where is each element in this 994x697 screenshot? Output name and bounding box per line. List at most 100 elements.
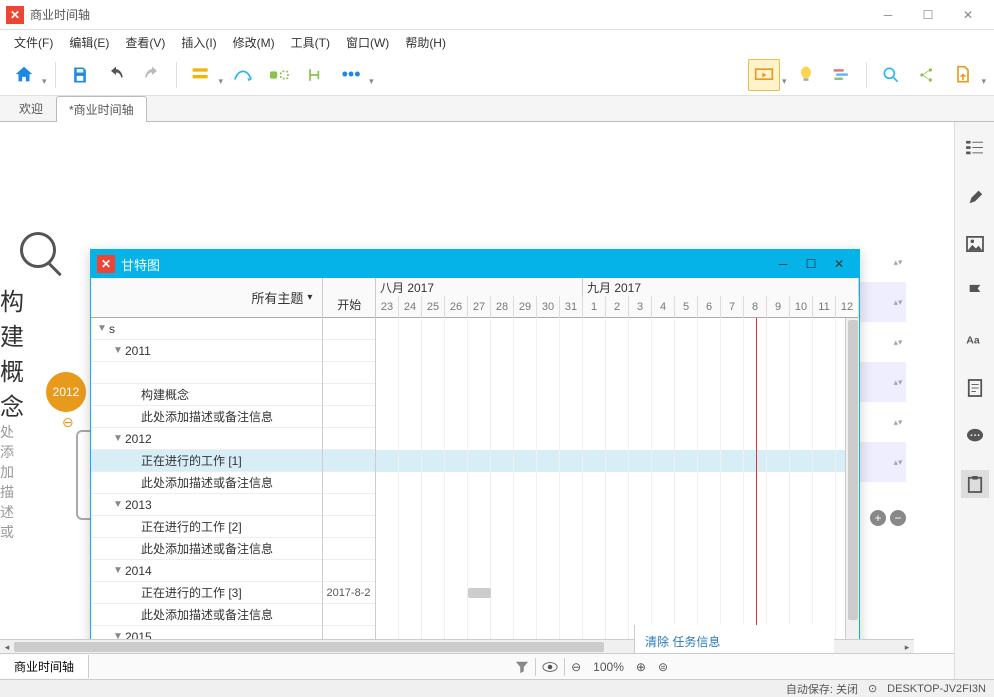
dropdown-icon[interactable]: ▾: [782, 76, 787, 95]
year-node[interactable]: 2012: [46, 372, 86, 412]
stepper[interactable]: ▴▾: [890, 297, 906, 308]
tab-welcome[interactable]: 欢迎: [6, 95, 56, 121]
gantt-minimize-button[interactable]: ─: [769, 252, 797, 276]
day-header: 10: [790, 296, 813, 318]
scroll-thumb[interactable]: [848, 320, 858, 620]
stepper[interactable]: ▴▾: [890, 417, 906, 428]
right-sidebar: Aa: [954, 122, 994, 679]
gantt-tree-header[interactable]: 所有主题 ▾: [91, 278, 322, 318]
menu-edit[interactable]: 编辑(E): [61, 32, 117, 53]
node-subtitle: 处添加描述或: [0, 422, 24, 542]
menu-view[interactable]: 查看(V): [117, 32, 173, 53]
image-icon[interactable]: [961, 230, 989, 258]
zoom-level[interactable]: 100%: [587, 660, 630, 674]
gantt-tree[interactable]: ▼s▼2011构建概念此处添加描述或备注信息▼2012正在进行的工作 [1]此处…: [91, 318, 322, 678]
sheet-tab[interactable]: 商业时间轴: [0, 655, 89, 678]
relationship-button[interactable]: [227, 59, 259, 91]
tree-row[interactable]: 此处添加描述或备注信息: [91, 604, 322, 626]
tree-row[interactable]: ▼s: [91, 318, 322, 340]
stepper[interactable]: ▴▾: [890, 377, 906, 388]
gantt-tree-pane: 所有主题 ▾ ▼s▼2011构建概念此处添加描述或备注信息▼2012正在进行的工…: [91, 278, 323, 679]
date-cell: [323, 362, 375, 384]
dropdown-icon[interactable]: ▾: [369, 76, 374, 95]
gantt-button[interactable]: [826, 59, 858, 91]
zoom-out-button[interactable]: ⊖: [565, 660, 587, 674]
dropdown-icon[interactable]: ▾: [219, 76, 224, 95]
close-button[interactable]: ✕: [948, 1, 988, 29]
stepper[interactable]: ▴▾: [890, 457, 906, 468]
tree-row[interactable]: [91, 362, 322, 384]
tree-row[interactable]: ▼2012: [91, 428, 322, 450]
dropdown-icon[interactable]: ▾: [307, 292, 312, 303]
gantt-dialog: ✕ 甘特图 ─ ☐ ✕ 所有主题 ▾ ▼s▼2011构建概念此处添加描述或备注信…: [90, 249, 860, 679]
task-icon[interactable]: [961, 470, 989, 498]
scroll-left-icon[interactable]: ◂: [0, 640, 14, 654]
summary-button[interactable]: [299, 59, 331, 91]
idea-button[interactable]: [790, 59, 822, 91]
style-icon[interactable]: [961, 182, 989, 210]
tree-row[interactable]: 此处添加描述或备注信息: [91, 406, 322, 428]
comments-icon[interactable]: [961, 422, 989, 450]
stepper[interactable]: ▴▾: [890, 337, 906, 348]
outline-button[interactable]: [185, 59, 217, 91]
font-icon[interactable]: Aa: [961, 326, 989, 354]
menu-tools[interactable]: 工具(T): [283, 32, 338, 53]
clear-task-link[interactable]: 清除 任务信息: [645, 633, 834, 650]
save-button[interactable]: [64, 59, 96, 91]
menu-help[interactable]: 帮助(H): [397, 32, 454, 53]
menu-insert[interactable]: 插入(I): [173, 32, 224, 53]
tab-timeline[interactable]: *商业时间轴: [56, 96, 147, 122]
app-icon: ✕: [6, 6, 24, 24]
status-separator: ⊙: [868, 682, 877, 695]
boundary-button[interactable]: [263, 59, 295, 91]
tree-row[interactable]: ▼2013: [91, 494, 322, 516]
tree-row[interactable]: ▼2014: [91, 560, 322, 582]
tree-row[interactable]: 此处添加描述或备注信息: [91, 472, 322, 494]
format-icon[interactable]: [961, 134, 989, 162]
remove-button[interactable]: −: [890, 510, 906, 526]
menu-file[interactable]: 文件(F): [6, 32, 61, 53]
tree-header-label: 所有主题: [251, 288, 303, 307]
dropdown-icon[interactable]: ▾: [42, 76, 47, 95]
search-button[interactable]: [875, 59, 907, 91]
home-button[interactable]: [8, 59, 40, 91]
menu-modify[interactable]: 修改(M): [225, 32, 283, 53]
flag-icon[interactable]: [961, 278, 989, 306]
redo-button[interactable]: [136, 59, 168, 91]
collapse-handle[interactable]: ⊖: [62, 414, 74, 431]
minimize-button[interactable]: ─: [868, 1, 908, 29]
dropdown-icon[interactable]: ▾: [981, 76, 986, 95]
scroll-thumb[interactable]: [14, 642, 604, 652]
zoom-in-button[interactable]: ⊕: [630, 660, 652, 674]
gantt-vscroll[interactable]: [845, 318, 859, 679]
add-button[interactable]: +: [870, 510, 886, 526]
maximize-button[interactable]: ☐: [908, 1, 948, 29]
gantt-close-button[interactable]: ✕: [825, 252, 853, 276]
tree-row[interactable]: ▼2011: [91, 340, 322, 362]
gantt-title: 甘特图: [121, 255, 769, 274]
more-button[interactable]: •••: [335, 59, 367, 91]
tree-row[interactable]: 此处添加描述或备注信息: [91, 538, 322, 560]
share-button[interactable]: [911, 59, 943, 91]
tree-row[interactable]: 构建概念: [91, 384, 322, 406]
menu-window[interactable]: 窗口(W): [338, 32, 397, 53]
fit-button[interactable]: ⊜: [652, 660, 674, 674]
notes-icon[interactable]: [961, 374, 989, 402]
scroll-right-icon[interactable]: ▸: [900, 640, 914, 654]
gantt-date-header: 开始: [323, 278, 375, 318]
date-cell: [323, 318, 375, 340]
export-button[interactable]: [947, 59, 979, 91]
presentation-button[interactable]: [748, 59, 780, 91]
stepper[interactable]: ▴▾: [890, 257, 906, 268]
visibility-button[interactable]: [536, 661, 564, 673]
canvas[interactable]: 构建概念 处添加描述或 2012 ⊖ ▴▾ ▴▾ ▴▾ ▴▾ ▴▾ ▴▾ + −: [0, 122, 954, 679]
tree-row[interactable]: 正在进行的工作 [1]: [91, 450, 322, 472]
day-header: 7: [721, 296, 744, 318]
gantt-titlebar[interactable]: ✕ 甘特图 ─ ☐ ✕: [91, 250, 859, 278]
undo-button[interactable]: [100, 59, 132, 91]
gantt-bar[interactable]: [468, 588, 491, 598]
gantt-maximize-button[interactable]: ☐: [797, 252, 825, 276]
tree-row[interactable]: 正在进行的工作 [3]: [91, 582, 322, 604]
filter-button[interactable]: [509, 660, 535, 674]
tree-row[interactable]: 正在进行的工作 [2]: [91, 516, 322, 538]
